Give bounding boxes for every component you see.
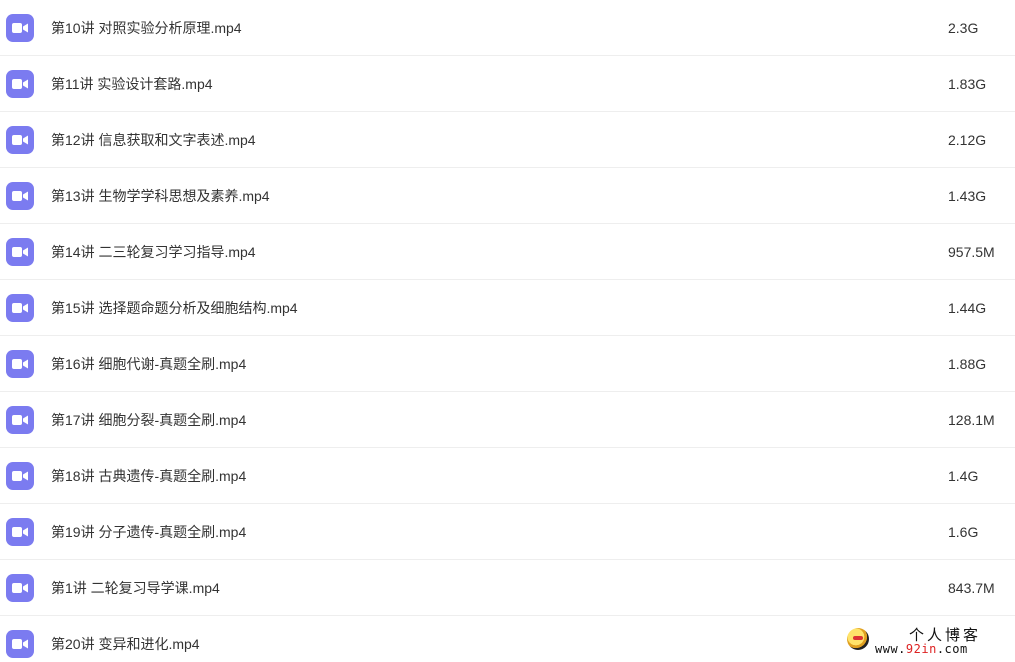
file-name: 第20讲 变异和进化.mp4	[51, 636, 200, 652]
file-name: 第15讲 选择题命题分析及细胞结构.mp4	[51, 299, 298, 316]
file-name: 第11讲 实验设计套路.mp4	[51, 75, 213, 92]
file-row[interactable]: 第16讲 细胞代谢-真题全刷.mp4 1.88G	[0, 336, 1015, 392]
file-size: 2.12G	[948, 131, 987, 148]
file-size: 1.43G	[948, 187, 987, 204]
file-row[interactable]: 第10讲 对照实验分析原理.mp4 2.3G	[0, 0, 1015, 56]
video-icon	[6, 462, 34, 490]
file-list: 第10讲 对照实验分析原理.mp4 2.3G 第11讲 实验设计套路.mp4 1…	[0, 0, 1015, 662]
file-row[interactable]: 第14讲 二三轮复习学习指导.mp4 957.5M	[0, 224, 1015, 280]
video-icon	[6, 406, 34, 434]
watermark-url: www.92in.com	[875, 642, 968, 656]
watermark-url-suffix: .com	[936, 642, 968, 656]
video-icon	[6, 518, 34, 546]
file-name: 第16讲 细胞代谢-真题全刷.mp4	[51, 355, 247, 372]
file-row[interactable]: 第18讲 古典遗传-真题全刷.mp4 1.4G	[0, 448, 1015, 504]
file-size: 957.5M	[948, 243, 995, 260]
file-row[interactable]: 第15讲 选择题命题分析及细胞结构.mp4 1.44G	[0, 280, 1015, 336]
file-size: 2.3G	[948, 19, 979, 36]
file-size: 128.1M	[948, 411, 995, 428]
watermark-logo-icon	[847, 628, 869, 650]
file-row[interactable]: 第17讲 细胞分裂-真题全刷.mp4 128.1M	[0, 392, 1015, 448]
file-name: 第17讲 细胞分裂-真题全刷.mp4	[51, 411, 247, 428]
video-icon	[6, 574, 34, 602]
file-size: 1.44G	[948, 299, 987, 316]
file-row[interactable]: 第11讲 实验设计套路.mp4 1.83G	[0, 56, 1015, 112]
video-icon	[6, 630, 34, 658]
video-icon	[6, 238, 34, 266]
video-icon	[6, 182, 34, 210]
watermark-url-accent: 92in	[905, 642, 937, 656]
file-name: 第19讲 分子遗传-真题全刷.mp4	[51, 523, 247, 540]
video-icon	[6, 70, 34, 98]
video-icon	[6, 14, 34, 42]
file-name: 第12讲 信息获取和文字表述.mp4	[51, 131, 256, 148]
video-icon	[6, 350, 34, 378]
file-name: 第13讲 生物学学科思想及素养.mp4	[51, 187, 270, 204]
watermark-url-prefix: www.	[875, 642, 906, 656]
file-name: 第18讲 古典遗传-真题全刷.mp4	[51, 467, 247, 484]
file-row[interactable]: 第13讲 生物学学科思想及素养.mp4 1.43G	[0, 168, 1015, 224]
file-size: 1.4G	[948, 467, 979, 484]
file-size: 1.6G	[948, 523, 979, 540]
file-size: 843.7M	[948, 579, 995, 596]
file-name: 第10讲 对照实验分析原理.mp4	[51, 19, 242, 36]
video-icon	[6, 126, 34, 154]
file-row[interactable]: 第12讲 信息获取和文字表述.mp4 2.12G	[0, 112, 1015, 168]
file-row[interactable]: 第1讲 二轮复习导学课.mp4 843.7M	[0, 560, 1015, 616]
file-name: 第1讲 二轮复习导学课.mp4	[51, 579, 220, 596]
video-icon	[6, 294, 34, 322]
file-size: 1.88G	[948, 355, 987, 372]
file-size: 1.83G	[948, 75, 987, 92]
file-name: 第14讲 二三轮复习学习指导.mp4	[51, 243, 256, 260]
watermark: 个人博客 www.92in.com	[847, 624, 997, 658]
file-row[interactable]: 第19讲 分子遗传-真题全刷.mp4 1.6G	[0, 504, 1015, 560]
